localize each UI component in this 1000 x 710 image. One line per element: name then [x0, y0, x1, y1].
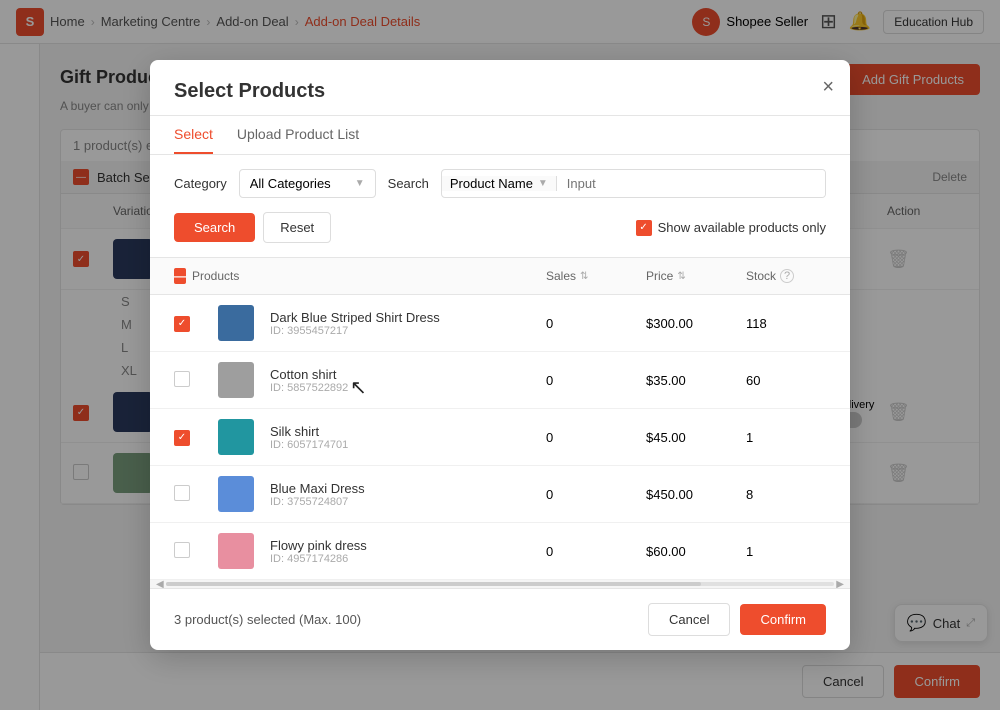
product-1-id: ID: 3955457217 — [270, 325, 440, 337]
product-4-id: ID: 3755724807 — [270, 496, 365, 508]
product-2-sales: 0 — [546, 373, 646, 388]
product-5-thumb — [218, 533, 254, 569]
search-type-chevron: ▼ — [538, 178, 548, 189]
stock-info-icon[interactable]: ? — [780, 269, 794, 283]
modal-close-button[interactable]: × — [822, 76, 834, 99]
search-button[interactable]: Search — [174, 213, 255, 242]
search-type-container[interactable]: Product Name Product ID ▼ — [442, 176, 557, 191]
product-2-name: Cotton shirt — [270, 367, 348, 382]
modal-title: Select Products — [174, 80, 826, 103]
category-label: Category — [174, 176, 227, 191]
search-label: Search — [388, 176, 429, 191]
price-sort-icon[interactable]: ⇅ — [677, 271, 685, 282]
show-available-container: ✓ Show available products only — [636, 220, 826, 236]
horizontal-scrollbar[interactable]: ◀ ▶ — [150, 580, 850, 588]
product-5-sales: 0 — [546, 544, 646, 559]
sales-sort-icon[interactable]: ⇅ — [580, 271, 588, 282]
product-4-price: $450.00 — [646, 487, 746, 502]
product-1-details: Dark Blue Striped Shirt Dress ID: 395545… — [262, 310, 440, 337]
product-1-sales: 0 — [546, 316, 646, 331]
product-5-id: ID: 4957174286 — [270, 553, 367, 565]
product-1-info: Dark Blue Striped Shirt Dress ID: 395545… — [218, 305, 546, 341]
select-all-checkbox[interactable]: — — [174, 268, 186, 284]
modal-filters: Category All Categories ▼ Search Product… — [150, 155, 850, 212]
scroll-thumb — [166, 582, 701, 586]
product-4-stock: 8 — [746, 487, 826, 502]
product-row-4-checkbox[interactable] — [174, 485, 190, 501]
product-3-sales: 0 — [546, 430, 646, 445]
product-3-details: Silk shirt ID: 6057174701 — [262, 424, 348, 451]
modal-confirm-button[interactable]: Confirm — [740, 604, 826, 635]
modal-actions-row: Search Reset ✓ Show available products o… — [150, 212, 850, 257]
product-3-price: $45.00 — [646, 430, 746, 445]
tab-select[interactable]: Select — [174, 116, 213, 154]
product-2-details: Cotton shirt ID: 5857522892 — [262, 367, 348, 394]
product-3-stock: 1 — [746, 430, 826, 445]
product-2-price: $35.00 — [646, 373, 746, 388]
modal-product-table: — Products Sales ⇅ Price ⇅ Stock ? — [150, 257, 850, 580]
search-input[interactable] — [557, 170, 825, 197]
product-1-price: $300.00 — [646, 316, 746, 331]
show-available-label: Show available products only — [658, 220, 826, 235]
product-5-info: Flowy pink dress ID: 4957174286 — [218, 533, 546, 569]
product-2-id: ID: 5857522892 — [270, 382, 348, 394]
product-3-name: Silk shirt — [270, 424, 348, 439]
product-5-name: Flowy pink dress — [270, 538, 367, 553]
search-input-group: Product Name Product ID ▼ — [441, 169, 826, 198]
product-3-info: Silk shirt ID: 6057174701 — [218, 419, 546, 455]
selection-status: 3 product(s) selected (Max. 100) — [174, 612, 361, 627]
price-col-header: Price ⇅ — [646, 268, 746, 284]
product-4-name: Blue Maxi Dress — [270, 481, 365, 496]
product-5-stock: 1 — [746, 544, 826, 559]
modal-header: Select Products × — [150, 60, 850, 116]
product-1-thumb — [218, 305, 254, 341]
product-2-stock: 60 — [746, 373, 826, 388]
product-row-5-checkbox[interactable] — [174, 542, 190, 558]
search-type-dropdown[interactable]: Product Name Product ID — [450, 176, 534, 191]
product-row-3-checkbox[interactable]: ✓ — [174, 430, 190, 446]
product-5-price: $60.00 — [646, 544, 746, 559]
modal-product-row-2: Cotton shirt ID: 5857522892 0 $35.00 60 — [150, 352, 850, 409]
modal-product-row-3: ✓ Silk shirt ID: 6057174701 0 $45.00 1 — [150, 409, 850, 466]
category-chevron: ▼ — [355, 178, 365, 189]
modal-overlay: Select Products × Select Upload Product … — [0, 0, 1000, 710]
category-dropdown[interactable]: All Categories — [250, 176, 347, 191]
product-4-sales: 0 — [546, 487, 646, 502]
product-row-2-checkbox[interactable] — [174, 371, 190, 387]
sales-col-header: Sales ⇅ — [546, 268, 646, 284]
product-2-info: Cotton shirt ID: 5857522892 — [218, 362, 546, 398]
modal-product-row-4: Blue Maxi Dress ID: 3755724807 0 $450.00… — [150, 466, 850, 523]
product-3-thumb — [218, 419, 254, 455]
modal-footer: 3 product(s) selected (Max. 100) Cancel … — [150, 588, 850, 650]
category-select[interactable]: All Categories ▼ — [239, 169, 376, 198]
product-1-name: Dark Blue Striped Shirt Dress — [270, 310, 440, 325]
select-products-modal: Select Products × Select Upload Product … — [150, 60, 850, 650]
product-4-info: Blue Maxi Dress ID: 3755724807 — [218, 476, 546, 512]
product-4-thumb — [218, 476, 254, 512]
product-4-details: Blue Maxi Dress ID: 3755724807 — [262, 481, 365, 508]
modal-tabs: Select Upload Product List — [150, 116, 850, 155]
stock-col-header: Stock ? — [746, 268, 826, 284]
product-5-details: Flowy pink dress ID: 4957174286 — [262, 538, 367, 565]
modal-cancel-button[interactable]: Cancel — [648, 603, 730, 636]
modal-product-row-1: ✓ Dark Blue Striped Shirt Dress ID: 3955… — [150, 295, 850, 352]
product-2-thumb — [218, 362, 254, 398]
reset-button[interactable]: Reset — [263, 212, 331, 243]
tab-upload[interactable]: Upload Product List — [237, 116, 359, 154]
modal-product-row-5: Flowy pink dress ID: 4957174286 0 $60.00… — [150, 523, 850, 580]
show-available-checkbox[interactable]: ✓ — [636, 220, 652, 236]
product-3-id: ID: 6057174701 — [270, 439, 348, 451]
product-1-stock: 118 — [746, 316, 826, 331]
modal-table-header: — Products Sales ⇅ Price ⇅ Stock ? — [150, 257, 850, 295]
product-row-1-checkbox[interactable]: ✓ — [174, 316, 190, 332]
scroll-track[interactable] — [166, 582, 835, 586]
